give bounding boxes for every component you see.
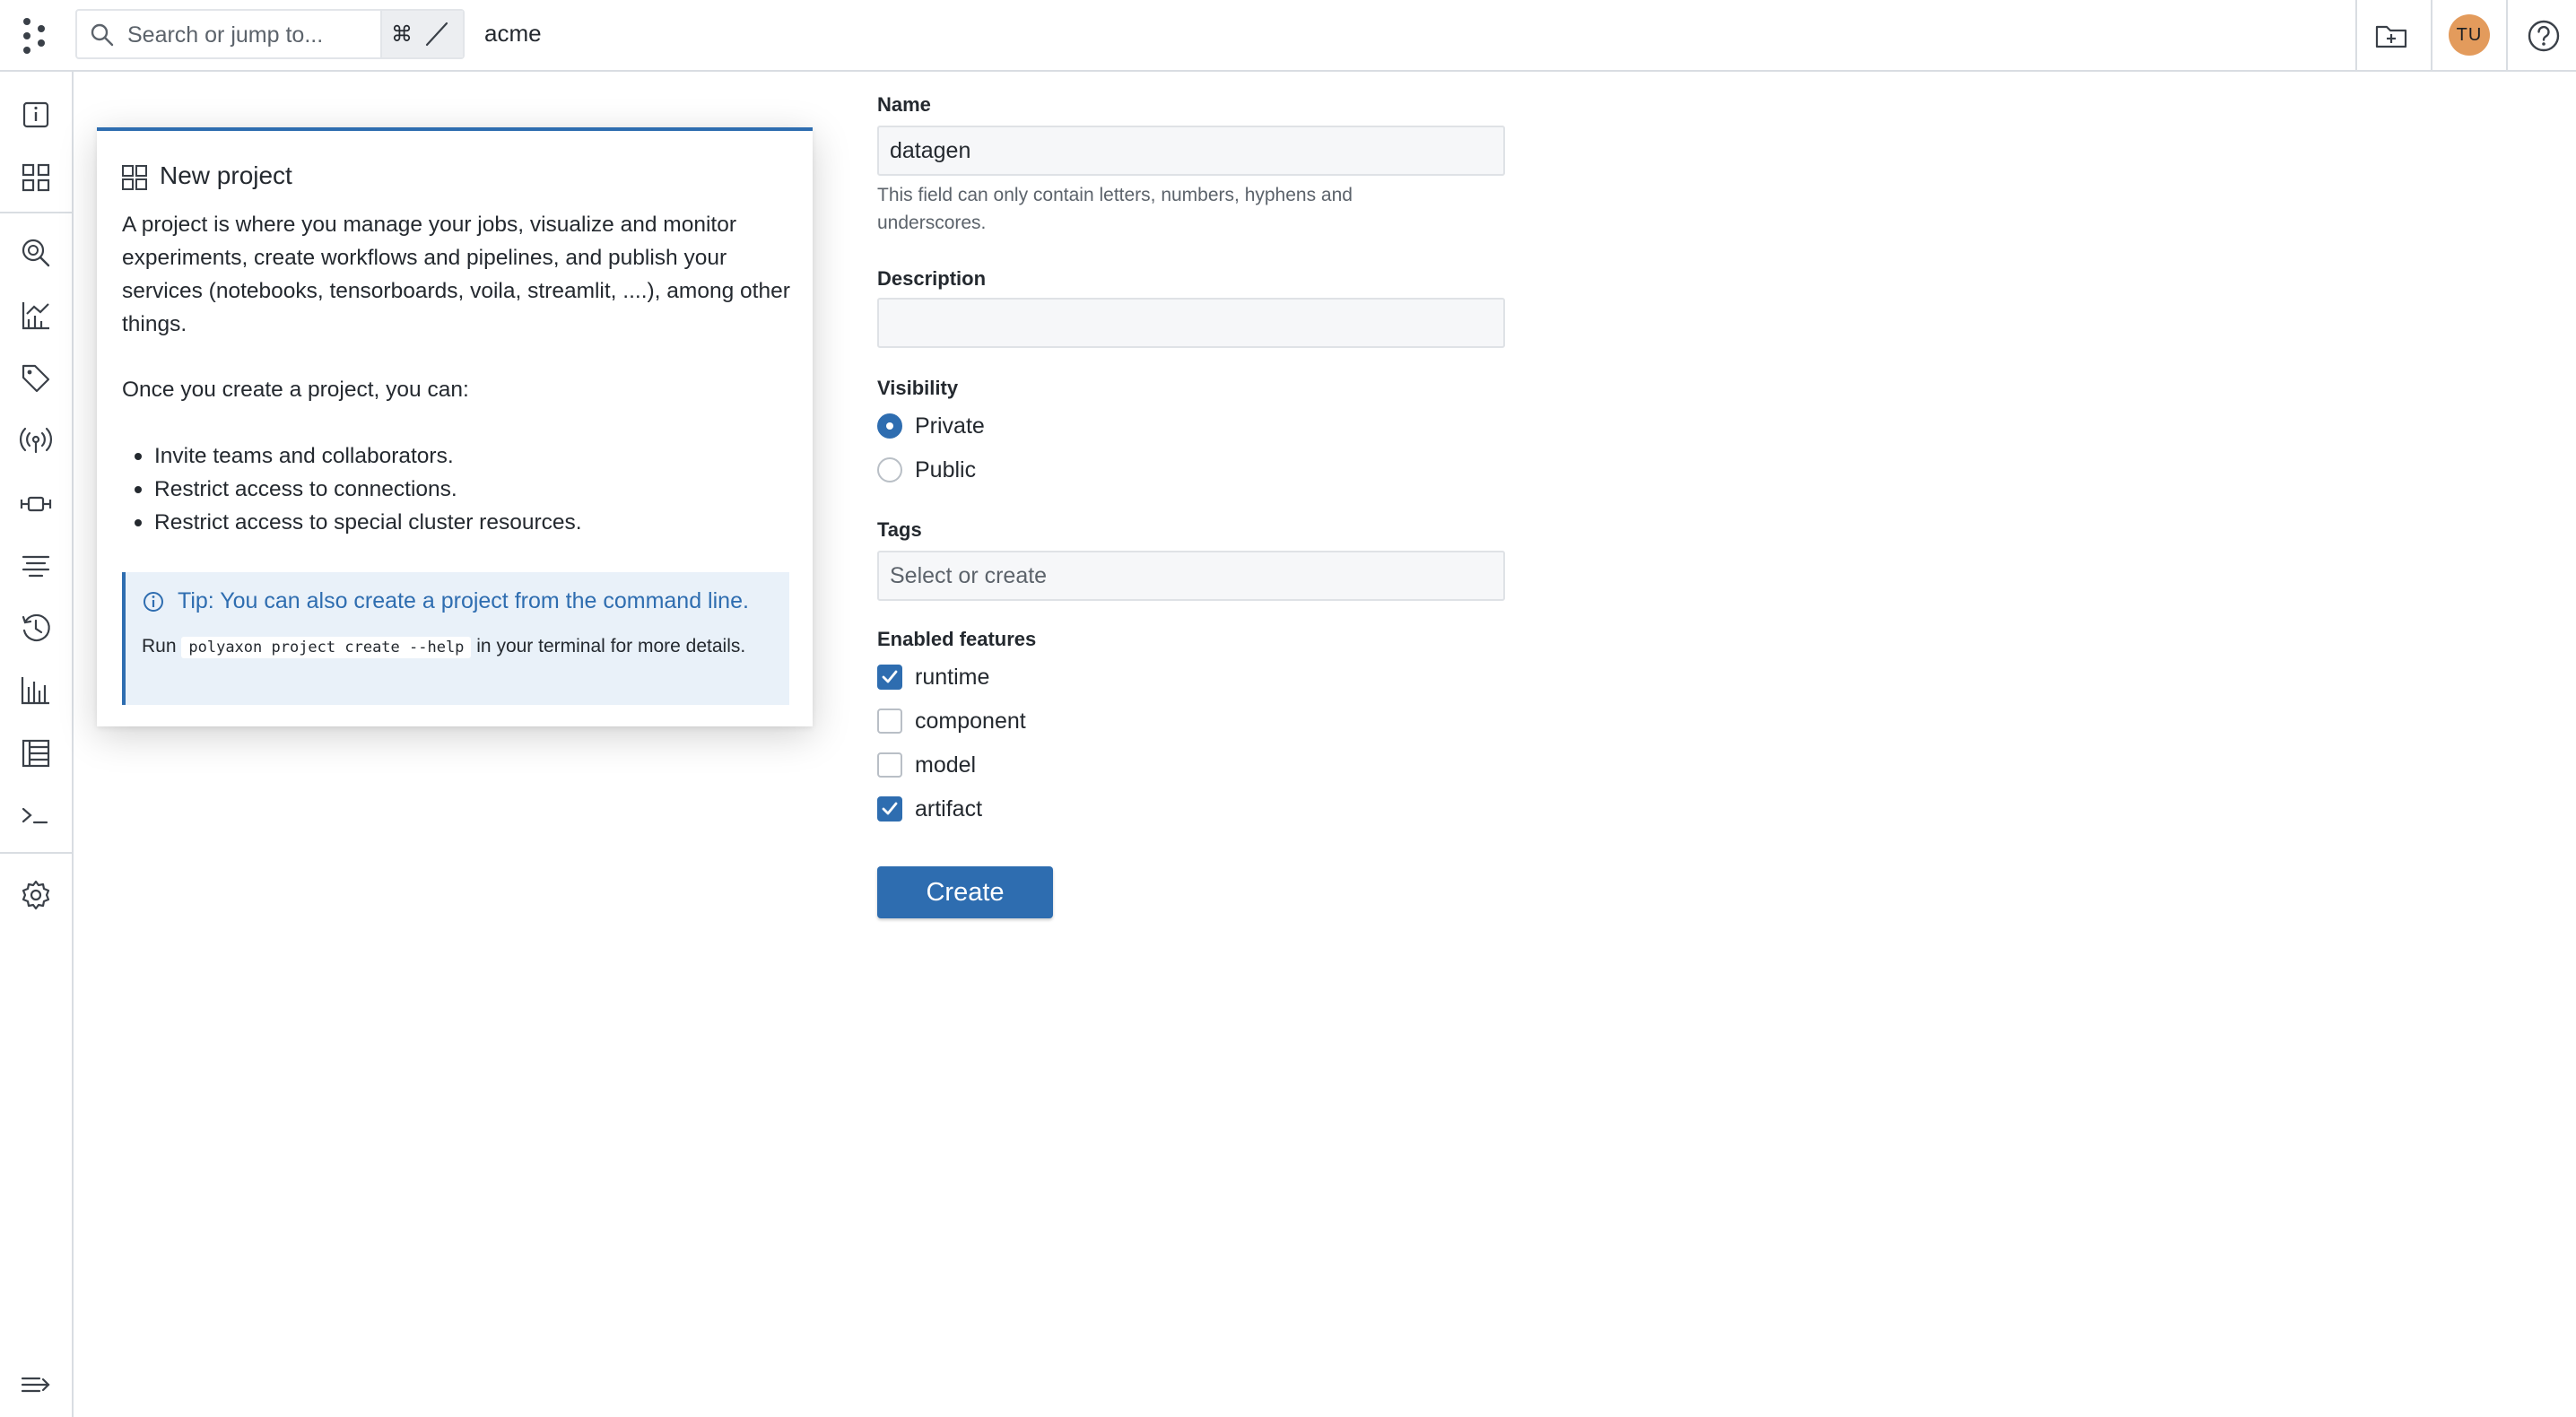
public-label: Public [915, 456, 977, 482]
tags-label: Tags [877, 518, 922, 541]
private-label: Private [915, 413, 985, 439]
topbar-divider [2355, 0, 2357, 72]
broadcast-icon[interactable] [18, 423, 54, 459]
grid-icon[interactable] [18, 160, 54, 196]
runtime-checkbox[interactable] [877, 665, 902, 690]
help-icon[interactable] [2524, 16, 2563, 56]
name-label: Name [877, 93, 931, 116]
tip-body: Run polyaxon project create --help in yo… [142, 631, 770, 663]
tip-title: Tip: You can also create a project from … [178, 588, 749, 613]
search-icon[interactable] [18, 235, 54, 271]
new-project-info-panel: New project A project is where you manag… [97, 127, 813, 726]
slash-key-icon [425, 22, 448, 47]
visibility-private-option[interactable]: Private [877, 411, 985, 441]
top-bar: ⌘ acme TU [0, 0, 2576, 72]
description-input[interactable] [877, 298, 1505, 348]
sidebar-divider [0, 212, 72, 213]
component-checkbox[interactable] [877, 708, 902, 734]
cli-tip: Tip: You can also create a project from … [122, 572, 789, 705]
feature-model-option[interactable]: model [877, 750, 976, 780]
tip-suffix-text: in your terminal for more details. [476, 636, 746, 656]
description-label: Description [877, 267, 987, 290]
filter-icon[interactable] [18, 547, 54, 583]
visibility-label: Visibility [877, 377, 959, 399]
list-item: Restrict access to connections. [135, 473, 582, 506]
feature-artifact-option[interactable]: artifact [877, 794, 982, 824]
search-shortcut: ⌘ [380, 11, 463, 57]
new-folder-icon[interactable] [2371, 16, 2411, 56]
info-description: A project is where you manage your jobs,… [122, 213, 790, 336]
info-bullets: Invite teams and collaborators. Restrict… [135, 439, 582, 539]
runtime-label: runtime [915, 664, 990, 690]
sidebar [0, 72, 74, 1417]
search-box[interactable]: ⌘ [75, 9, 465, 59]
model-checkbox[interactable] [877, 752, 902, 778]
expand-icon[interactable] [18, 1367, 54, 1403]
sidebar-divider [0, 852, 72, 854]
create-button[interactable]: Create [877, 866, 1053, 918]
component-label: component [915, 708, 1026, 734]
private-radio[interactable] [877, 413, 902, 439]
public-radio[interactable] [877, 457, 902, 482]
org-name[interactable]: acme [484, 20, 542, 48]
table-icon[interactable] [18, 735, 54, 771]
history-icon[interactable] [18, 610, 54, 646]
model-label: model [915, 752, 977, 778]
visibility-public-option[interactable]: Public [877, 455, 976, 485]
tags-input[interactable] [877, 551, 1505, 601]
list-item: Invite teams and collaborators. [135, 439, 582, 473]
artifact-label: artifact [915, 795, 983, 822]
topbar-divider [2506, 0, 2508, 72]
cli-command: polyaxon project create --help [181, 637, 472, 658]
name-input[interactable] [877, 126, 1505, 176]
info-title: New project [160, 161, 292, 189]
tip-run-text: Run [142, 636, 177, 656]
info-once-text: Once you create a project, you can: [122, 378, 469, 402]
search-icon [91, 23, 114, 47]
command-key: ⌘ [391, 22, 413, 47]
info-icon[interactable] [18, 97, 54, 133]
feature-runtime-option[interactable]: runtime [877, 662, 989, 692]
bar-chart-icon[interactable] [18, 673, 54, 708]
terminal-icon[interactable] [18, 798, 54, 834]
tag-icon[interactable] [18, 361, 54, 396]
list-item: Restrict access to special cluster resou… [135, 506, 582, 539]
grid-icon [122, 165, 147, 190]
info-circle-icon [144, 592, 163, 612]
feature-component-option[interactable]: component [877, 706, 1026, 736]
gear-icon[interactable] [18, 877, 54, 913]
avatar[interactable]: TU [2449, 14, 2490, 56]
component-icon[interactable] [18, 486, 54, 522]
topbar-divider [2431, 0, 2432, 72]
name-help-text: This field can only contain letters, num… [877, 185, 1353, 233]
analytics-icon[interactable] [18, 298, 54, 334]
app-menu-icon[interactable] [20, 16, 56, 56]
artifact-checkbox[interactable] [877, 796, 902, 822]
features-label: Enabled features [877, 628, 1037, 650]
